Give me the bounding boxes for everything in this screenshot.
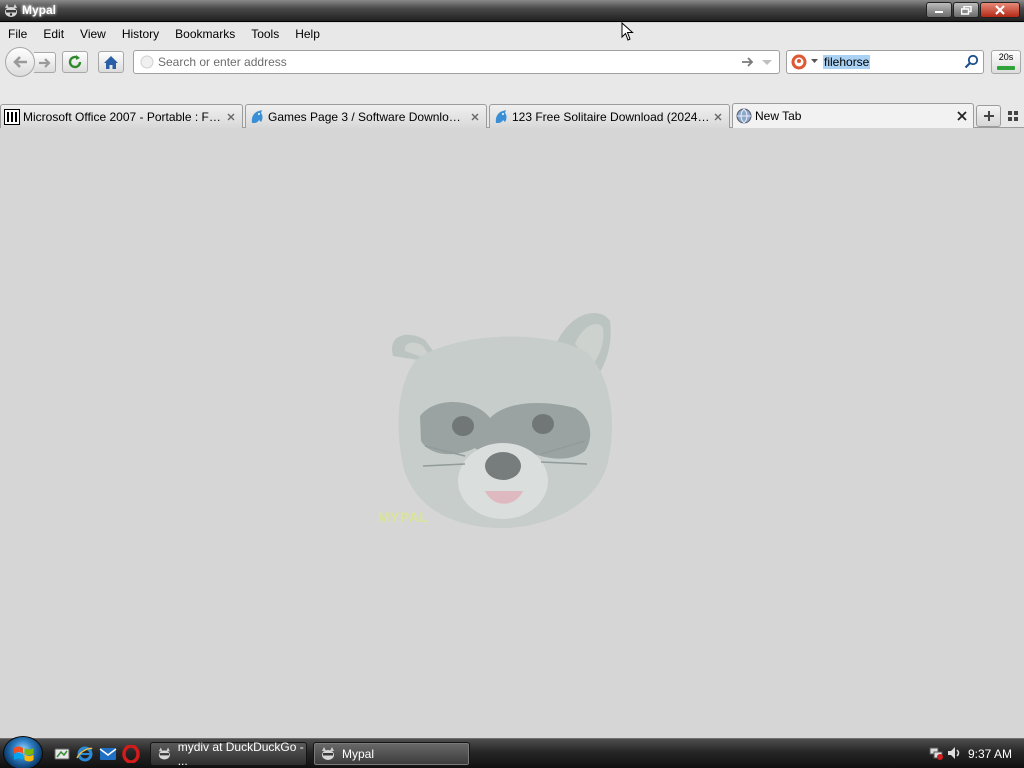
engine-dropdown-icon[interactable] — [811, 59, 818, 64]
minimize-icon — [935, 11, 943, 13]
close-icon — [714, 113, 722, 120]
close-icon — [227, 113, 235, 120]
extension-timer-button[interactable]: 20s — [991, 50, 1021, 74]
volume-icon[interactable] — [946, 745, 962, 761]
tab-games-page[interactable]: Games Page 3 / Software Downloads ... — [245, 104, 487, 128]
tab-close-button[interactable] — [954, 108, 970, 124]
menu-help[interactable]: Help — [287, 27, 328, 41]
plus-icon — [983, 111, 994, 121]
close-icon — [471, 113, 479, 120]
logo-caption: MYPAL — [378, 509, 429, 525]
filehorse-icon — [251, 109, 263, 123]
extension-progress-icon — [997, 66, 1015, 70]
address-bar[interactable] — [133, 50, 780, 74]
start-button[interactable] — [3, 736, 43, 768]
menu-history[interactable]: History — [114, 27, 167, 41]
filehorse-icon — [495, 109, 507, 123]
close-icon — [957, 111, 967, 121]
menu-tools[interactable]: Tools — [243, 27, 287, 41]
duckduckgo-icon[interactable] — [791, 54, 807, 70]
windows-logo-icon — [14, 746, 34, 762]
raccoon-icon — [322, 747, 334, 760]
clock[interactable]: 9:37 AM — [968, 747, 1012, 761]
navigation-toolbar: filehorse 20s — [0, 45, 1024, 81]
tab-solitaire[interactable]: 123 Free Solitaire Download (2024 Lat... — [489, 104, 730, 128]
menu-edit[interactable]: Edit — [35, 27, 72, 41]
taskbar-item-label: Mypal — [342, 747, 375, 761]
taskbar-item-mypal[interactable]: Mypal — [313, 742, 470, 766]
close-window-button[interactable] — [980, 2, 1020, 18]
tab-strip: Microsoft Office 2007 - Portable : Free … — [0, 81, 1024, 128]
taskbar-item-label: mydiv at DuckDuckGo - ... — [177, 740, 304, 768]
tab-microsoft-office[interactable]: Microsoft Office 2007 - Portable : Free … — [0, 104, 243, 128]
close-icon — [995, 5, 1005, 15]
home-icon — [104, 55, 118, 69]
tab-label: 123 Free Solitaire Download (2024 Lat... — [512, 109, 710, 124]
search-icon[interactable] — [964, 54, 979, 69]
window-controls — [926, 2, 1020, 18]
menu-bar: File Edit View History Bookmarks Tools H… — [0, 23, 1024, 45]
reload-button[interactable] — [62, 51, 88, 73]
url-input[interactable] — [158, 54, 718, 70]
tab-label: Microsoft Office 2007 - Portable : Free … — [23, 109, 223, 124]
minimize-button[interactable] — [926, 2, 952, 18]
raccoon-icon — [158, 747, 170, 760]
menu-view[interactable]: View — [72, 27, 114, 41]
archive-icon — [4, 108, 20, 125]
show-desktop-icon[interactable] — [53, 745, 71, 763]
menu-bookmarks[interactable]: Bookmarks — [167, 27, 243, 41]
go-arrow-icon[interactable] — [741, 55, 755, 69]
system-tray: 9:37 AM — [924, 739, 1024, 768]
raccoon-logo — [391, 313, 612, 528]
title-bar: Mypal — [0, 0, 1024, 22]
restore-button[interactable] — [953, 2, 979, 18]
taskbar: mydiv at DuckDuckGo - ... Mypal 9:37 AM — [0, 736, 1024, 768]
page-identity-icon — [140, 55, 154, 69]
restore-icon — [960, 5, 972, 15]
globe-icon — [736, 108, 752, 124]
forward-button[interactable] — [34, 52, 56, 73]
tab-label: Games Page 3 / Software Downloads ... — [268, 109, 467, 124]
list-all-tabs-icon[interactable] — [1008, 111, 1018, 121]
window-title: Mypal — [22, 3, 57, 17]
raccoon-icon — [5, 4, 17, 17]
menu-file[interactable]: File — [0, 27, 35, 41]
new-tab-button[interactable] — [976, 105, 1001, 127]
tab-close-button[interactable] — [467, 109, 483, 125]
tab-close-button[interactable] — [710, 109, 726, 125]
mouse-cursor-icon — [621, 22, 634, 41]
back-arrow-icon — [13, 56, 27, 68]
tab-new-tab[interactable]: New Tab — [732, 103, 974, 128]
extension-badge: 20s — [998, 52, 1014, 62]
tab-label: New Tab — [755, 109, 802, 123]
tab-close-button[interactable] — [223, 109, 239, 125]
new-tab-page: MYPAL — [0, 128, 1024, 738]
back-button[interactable] — [5, 47, 35, 77]
history-dropdown-icon[interactable] — [761, 55, 773, 69]
search-bar[interactable]: filehorse — [786, 50, 984, 74]
taskbar-item-duckduckgo[interactable]: mydiv at DuckDuckGo - ... — [150, 740, 307, 768]
outlook-icon[interactable] — [99, 745, 117, 763]
network-icon[interactable] — [928, 745, 944, 761]
search-input[interactable]: filehorse — [823, 55, 871, 69]
opera-icon[interactable] — [122, 745, 140, 763]
home-button[interactable] — [98, 51, 124, 73]
forward-arrow-icon — [38, 57, 51, 68]
internet-explorer-icon[interactable] — [76, 745, 94, 763]
reload-icon — [68, 55, 82, 69]
